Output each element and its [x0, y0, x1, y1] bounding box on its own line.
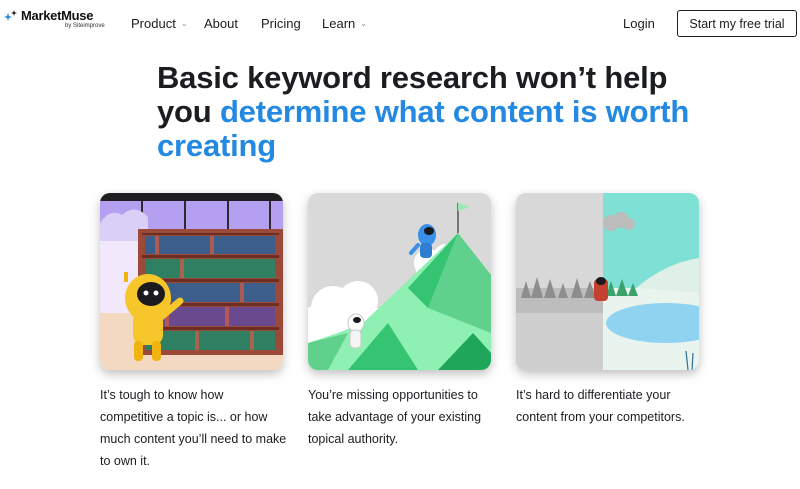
nav-item-label: Product: [131, 16, 176, 31]
chevron-down-icon: ⌄: [360, 19, 367, 28]
illustration-card-lake: [516, 193, 699, 370]
card-caption: It’s tough to know how competitive a top…: [100, 388, 287, 468]
start-free-trial-button[interactable]: Start my free trial: [677, 10, 797, 37]
headline-blue-text: determine what content is worth creating: [157, 94, 690, 163]
nav-item-learn[interactable]: Learn ⌄: [322, 16, 367, 31]
chevron-down-icon: ⌄: [180, 19, 188, 28]
card-caption: It’s hard to differentiate your content …: [516, 388, 685, 424]
top-nav: MarketMuse by Siteimprove Product ⌄ Abou…: [0, 0, 800, 46]
hero-headline: Basic keyword research won’t help you de…: [157, 61, 717, 163]
mountain-illustration: [308, 193, 491, 370]
card-caption: You’re missing opportunities to take adv…: [308, 388, 482, 446]
marketmuse-logo[interactable]: MarketMuse by Siteimprove: [4, 9, 105, 30]
logo-subtitle: by Siteimprove: [65, 23, 105, 29]
login-label: Login: [623, 16, 655, 31]
login-link[interactable]: Login: [623, 16, 655, 31]
lake-illustration: [516, 193, 699, 370]
illustration-card-library: [100, 193, 283, 370]
logo-name: MarketMuse: [21, 8, 94, 23]
nav-item-label: Learn: [322, 16, 356, 31]
nav-item-about[interactable]: About: [204, 16, 238, 31]
nav-item-pricing[interactable]: Pricing: [261, 16, 301, 31]
sparkle-icon: [4, 10, 17, 21]
nav-item-label: About: [204, 16, 238, 31]
nav-item-label: Pricing: [261, 16, 301, 31]
nav-item-product[interactable]: Product ⌄: [131, 16, 188, 31]
illustration-card-mountain: [308, 193, 491, 370]
library-illustration: [100, 193, 283, 370]
